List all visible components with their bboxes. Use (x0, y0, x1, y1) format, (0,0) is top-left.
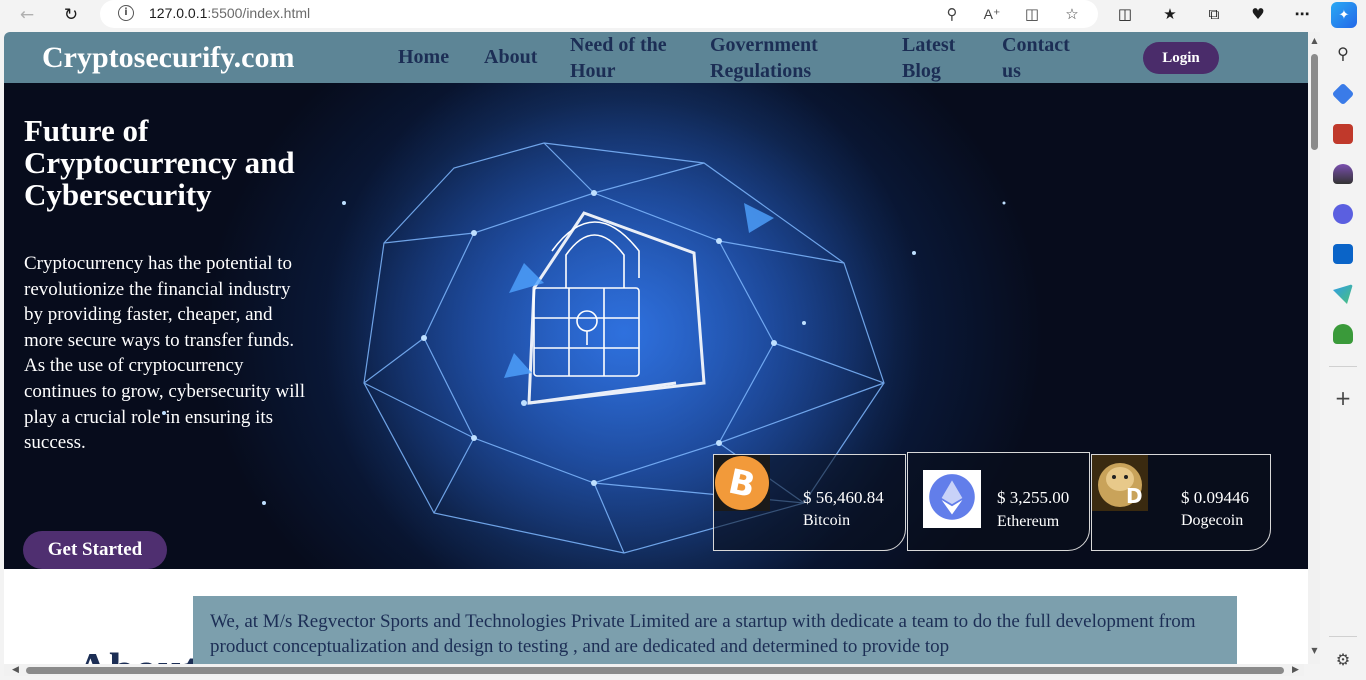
address-bar[interactable]: i 127.0.0.1:5500/index.html ⚲ A⁺ ◫ ☆ (100, 0, 1098, 28)
ethereum-logo-icon (923, 470, 981, 528)
nav-gov-line1: Government (710, 34, 818, 56)
url-text[interactable]: 127.0.0.1:5500/index.html (149, 5, 310, 21)
nav-need-line2: Hour (570, 60, 616, 82)
page-viewport: Cryptosecurify.com Home About Need of th… (4, 32, 1320, 664)
nav-about-label: About (484, 46, 538, 68)
sidebar-divider (1329, 366, 1357, 367)
split-screen-icon[interactable]: ◫ (1113, 2, 1137, 26)
hero-section: Future of Cryptocurrency and Cybersecuri… (4, 83, 1308, 569)
browser-essentials-icon[interactable]: ♥ (1246, 2, 1270, 26)
site-brand[interactable]: Cryptosecurify.com (42, 41, 294, 75)
coin-card-dogecoin[interactable]: D $ 0.09446 Dogecoin (1091, 454, 1271, 551)
browser-sidebar: ⚲ + ⚙ (1320, 30, 1366, 680)
sidebar-divider-bottom (1329, 636, 1357, 637)
bitcoin-logo-icon: B (714, 455, 770, 511)
nav-gov-line2: Regulations (710, 60, 812, 82)
microsoft365-icon[interactable] (1333, 204, 1353, 224)
ethereum-price: $ 3,255.00 (997, 488, 1070, 507)
refresh-icon[interactable]: ↻ (58, 2, 84, 28)
nav-blog-line2: Blog (902, 60, 941, 82)
nav-need-line1: Need of the (570, 34, 667, 56)
nav-home[interactable]: Home (398, 44, 449, 70)
nav-home-label: Home (398, 46, 450, 68)
tools-icon[interactable] (1333, 124, 1353, 144)
copilot-icon[interactable]: ✦ (1331, 2, 1357, 28)
nav-contact-us[interactable]: Contact us (1002, 32, 1070, 84)
settings-gear-icon[interactable]: ⚙ (1333, 650, 1353, 670)
about-text: We, at M/s Regvector Sports and Technolo… (210, 611, 1196, 657)
collections-icon[interactable]: ⧉ (1202, 2, 1226, 26)
nav-contact-line1: Contact (1002, 34, 1070, 56)
immersive-reader-icon[interactable]: ◫ (1021, 3, 1043, 25)
scroll-up-icon[interactable]: ▲ (1310, 36, 1319, 45)
games-icon[interactable] (1333, 164, 1353, 184)
vertical-scrollbar[interactable]: ▲ ▼ (1308, 32, 1320, 664)
horizontal-scrollbar[interactable]: ◀ ▶ (4, 664, 1304, 676)
outlook-icon[interactable] (1333, 244, 1353, 264)
get-started-button[interactable]: Get Started (23, 531, 167, 569)
add-icon[interactable]: + (1333, 388, 1353, 408)
dogecoin-name: Dogecoin (1181, 512, 1244, 529)
nav-government-regulations[interactable]: Government Regulations (710, 32, 818, 84)
search-icon[interactable]: ⚲ (1333, 44, 1353, 64)
coin-card-bitcoin[interactable]: B $ 56,460.84 Bitcoin (713, 454, 906, 551)
hero-title: Future of Cryptocurrency and Cybersecuri… (24, 113, 295, 212)
about-heading: About (76, 642, 199, 664)
ethereum-name: Ethereum (997, 513, 1060, 530)
svg-text:D: D (1126, 484, 1143, 508)
hero-description: Cryptocurrency has the potential to revo… (24, 253, 306, 454)
nav-blog-line1: Latest (902, 34, 956, 56)
browser-toolbar: ← ↻ i 127.0.0.1:5500/index.html ⚲ A⁺ ◫ ☆… (0, 0, 1366, 30)
nav-latest-blog[interactable]: Latest Blog (902, 32, 955, 84)
shopping-tag-icon[interactable] (1331, 82, 1355, 106)
scroll-left-icon[interactable]: ◀ (12, 665, 19, 675)
dogecoin-logo-icon: D (1092, 455, 1148, 511)
vertical-scroll-thumb[interactable] (1311, 54, 1318, 150)
nav-need-of-the-hour[interactable]: Need of the Hour (570, 32, 667, 84)
scroll-right-icon[interactable]: ▶ (1292, 665, 1299, 675)
coin-card-ethereum[interactable]: $ 3,255.00 Ethereum (907, 452, 1090, 551)
send-icon[interactable] (1333, 284, 1353, 304)
bitcoin-name: Bitcoin (803, 512, 851, 529)
url-path: :5500/index.html (207, 5, 311, 21)
site-info-icon[interactable]: i (118, 5, 134, 21)
favorite-star-icon[interactable]: ☆ (1061, 3, 1083, 25)
nav-contact-line2: us (1002, 60, 1021, 82)
login-button[interactable]: Login (1143, 42, 1219, 74)
scroll-down-icon[interactable]: ▼ (1310, 646, 1319, 655)
about-text-box: We, at M/s Regvector Sports and Technolo… (193, 596, 1237, 664)
read-aloud-icon[interactable]: A⁺ (981, 3, 1003, 25)
nav-about[interactable]: About (484, 44, 537, 70)
zoom-icon[interactable]: ⚲ (941, 3, 963, 25)
favorites-icon[interactable]: ★ (1158, 2, 1182, 26)
horizontal-scroll-thumb[interactable] (26, 667, 1284, 674)
more-options-icon[interactable]: ⋯ (1290, 2, 1314, 26)
back-icon[interactable]: ← (14, 2, 40, 28)
dogecoin-price: $ 0.09446 (1181, 488, 1249, 507)
bitcoin-price: $ 56,460.84 (803, 488, 884, 507)
url-host: 127.0.0.1 (149, 5, 208, 21)
tree-icon[interactable] (1333, 324, 1353, 344)
site-header: Cryptosecurify.com Home About Need of th… (4, 32, 1308, 83)
